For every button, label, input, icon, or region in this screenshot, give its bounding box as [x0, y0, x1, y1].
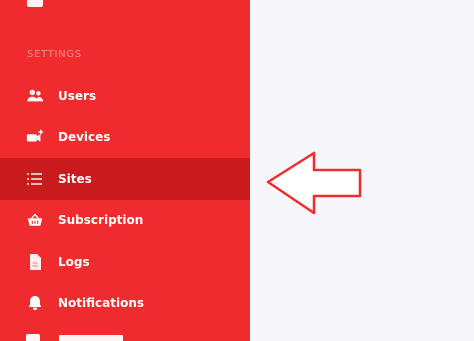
partial-next-item	[26, 334, 166, 341]
video-plus-icon	[26, 128, 44, 146]
bell-icon	[26, 294, 44, 312]
sidebar-item-devices[interactable]: Devices	[0, 116, 250, 158]
sidebar-item-label: Devices	[58, 130, 111, 144]
users-icon	[26, 87, 44, 105]
sidebar-item-label: Sites	[58, 172, 92, 186]
sidebar-item-label: Subscription	[58, 213, 144, 227]
partial-next-item-label	[59, 335, 123, 341]
sidebar-item-label: Logs	[58, 255, 90, 269]
partial-next-item-icon	[26, 334, 40, 341]
sidebar-item-logs[interactable]: Logs	[0, 241, 250, 283]
annotation-arrow-icon	[266, 151, 362, 215]
partial-top-icon	[27, 0, 43, 7]
sidebar-item-users[interactable]: Users	[0, 75, 250, 117]
sidebar-item-label: Users	[58, 89, 97, 103]
sidebar-item-notifications[interactable]: Notifications	[0, 282, 250, 324]
sidebar-item-label: Notifications	[58, 296, 145, 310]
sidebar-item-sites[interactable]: Sites	[0, 158, 250, 200]
sidebar-item-subscription[interactable]: Subscription	[0, 199, 250, 241]
list-icon	[26, 170, 44, 188]
settings-section-label: SETTINGS	[27, 49, 82, 60]
document-icon	[26, 253, 44, 271]
basket-icon	[26, 211, 44, 229]
sidebar: SETTINGS Users Devices Sites Subscriptio…	[0, 0, 250, 341]
